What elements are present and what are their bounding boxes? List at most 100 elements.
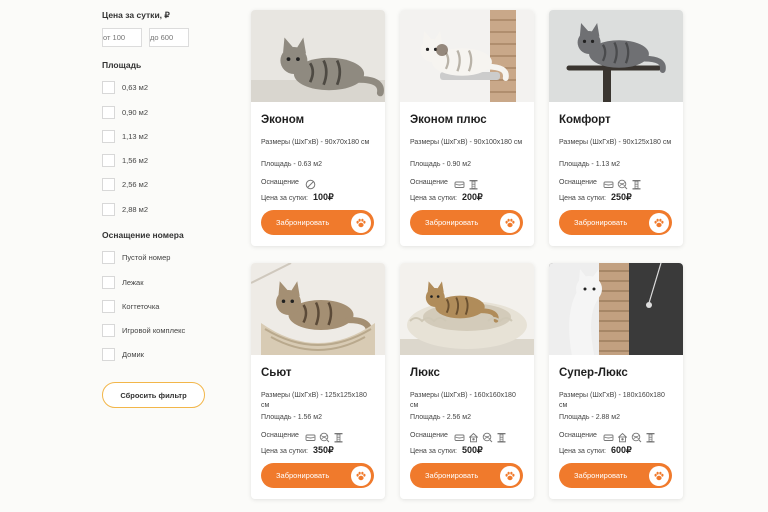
checkbox-label: 1,13 м2 [122,131,149,141]
cat-on-tree-photo [549,10,683,102]
room-area: Площадь - 2.56 м2 [410,414,471,421]
paw-icon [351,465,371,486]
price-label: Цена за сутки: [261,448,308,455]
book-button[interactable]: Забронировать [261,463,374,488]
equipment-label: Оснащение [559,431,597,439]
room-equipment: Оснащение [261,176,319,189]
area-option[interactable]: 0,63 м2 [102,80,148,94]
price-label: Цена за сутки: [410,195,457,202]
checkbox[interactable] [102,323,115,337]
book-button[interactable]: Забронировать [559,210,672,235]
scratching-post-icon [631,177,642,189]
room-price: Цена за сутки: 200₽ [410,192,483,203]
paw-icon [351,212,371,233]
checkbox-label: Пустой номер [122,252,171,262]
book-button-label: Забронировать [425,218,479,227]
price-label: Цена за сутки: [559,448,606,455]
cat-scratching-post-photo [400,10,534,102]
equipment-label: Оснащение [410,178,448,186]
checkbox[interactable] [102,250,115,264]
scratching-post-icon [333,430,344,442]
book-button[interactable]: Забронировать [559,463,672,488]
price-label: Цена за сутки: [261,195,308,202]
cat-lying-photo [251,10,385,102]
price-to-input[interactable] [149,28,189,47]
equipment-label: Оснащение [559,178,597,186]
empty-icon [305,177,316,189]
room-equipment: Оснащение [410,176,482,189]
room-area: Площадь - 1.56 м2 [261,414,322,421]
price-value: 100₽ [312,192,334,202]
toy-ball-icon [617,177,628,189]
room-area: Площадь - 0.90 м2 [410,161,471,168]
equipment-option[interactable]: Домик [102,347,144,361]
room-price: Цена за сутки: 500₽ [410,445,483,456]
room-title: Люкс [410,367,440,379]
equipment-option[interactable]: Игровой комплекс [102,323,185,337]
price-value: 350₽ [312,445,334,455]
equipment-option[interactable]: Пустой номер [102,250,170,264]
price-value: 250₽ [610,192,632,202]
room-title: Супер-Люкс [559,367,628,379]
scratching-post-icon [645,430,656,442]
area-option[interactable]: 2,56 м2 [102,177,148,191]
checkbox[interactable] [102,153,115,167]
room-size: Размеры (ШхГхВ) - 90х70х180 см [261,139,370,146]
reset-filter-button[interactable]: Сбросить фильтр [102,382,205,408]
checkbox[interactable] [102,347,115,361]
checkbox[interactable] [102,202,115,216]
checkbox[interactable] [102,105,115,119]
cat-in-fluffy-bed-photo [400,263,534,355]
room-title: Эконом плюс [410,114,487,126]
room-price: Цена за сутки: 600₽ [559,445,632,456]
room-price: Цена за сутки: 100₽ [261,192,334,203]
room-area: Площадь - 1.13 м2 [559,161,620,168]
checkbox[interactable] [102,129,115,143]
book-button-label: Забронировать [425,471,479,480]
cat-playing-photo [549,263,683,355]
equipment-label: Оснащение [261,178,299,186]
area-option[interactable]: 1,56 м2 [102,153,148,167]
checkbox[interactable] [102,177,115,191]
checkbox-label: 1,56 м2 [122,155,149,165]
room-title: Сьют [261,367,292,379]
room-card: Супер-Люкс Размеры (ШхГхВ) - 180х160х180… [549,263,683,499]
paw-icon [500,465,520,486]
room-size: Размеры (ШхГхВ) - 90х100х180 см [410,139,523,146]
checkbox-label: 2,56 м2 [122,179,149,189]
paw-icon [500,212,520,233]
checkbox-label: 0,90 м2 [122,107,149,117]
toy-ball-icon [482,430,493,442]
room-size: Размеры (ШхГхВ) - 90х125х180 см [559,139,672,146]
room-size: Размеры (ШхГхВ) - 160х160х180 см [410,392,516,409]
checkbox[interactable] [102,299,115,313]
checkbox-label: Домик [122,349,144,359]
room-card: Эконом Размеры (ШхГхВ) - 90х70х180 см Пл… [251,10,385,246]
equipment-option[interactable]: Когтеточка [102,299,159,313]
checkbox[interactable] [102,275,115,289]
room-area: Площадь - 2.88 м2 [559,414,620,421]
book-button[interactable]: Забронировать [410,210,523,235]
price-label: Цена за сутки: [559,195,606,202]
checkbox-label: Игровой комплекс [122,325,186,335]
area-option[interactable]: 2,88 м2 [102,202,148,216]
bed-icon [603,177,614,188]
book-button[interactable]: Забронировать [261,210,374,235]
room-equipment: Оснащение [261,429,347,442]
room-title: Эконом [261,114,305,126]
house-icon [468,430,479,442]
area-option[interactable]: 0,90 м2 [102,105,148,119]
equipment-option[interactable]: Лежак [102,275,143,289]
checkbox-label: Когтеточка [122,301,160,311]
house-icon [617,430,628,442]
book-button-label: Забронировать [574,218,628,227]
toy-ball-icon [631,430,642,442]
scratching-post-icon [468,177,479,189]
room-card: Эконом плюс Размеры (ШхГхВ) - 90х100х180… [400,10,534,246]
room-price: Цена за сутки: 350₽ [261,445,334,456]
price-from-input[interactable] [102,28,142,47]
book-button[interactable]: Забронировать [410,463,523,488]
checkbox[interactable] [102,80,115,94]
paw-icon [649,212,669,233]
area-option[interactable]: 1,13 м2 [102,129,148,143]
